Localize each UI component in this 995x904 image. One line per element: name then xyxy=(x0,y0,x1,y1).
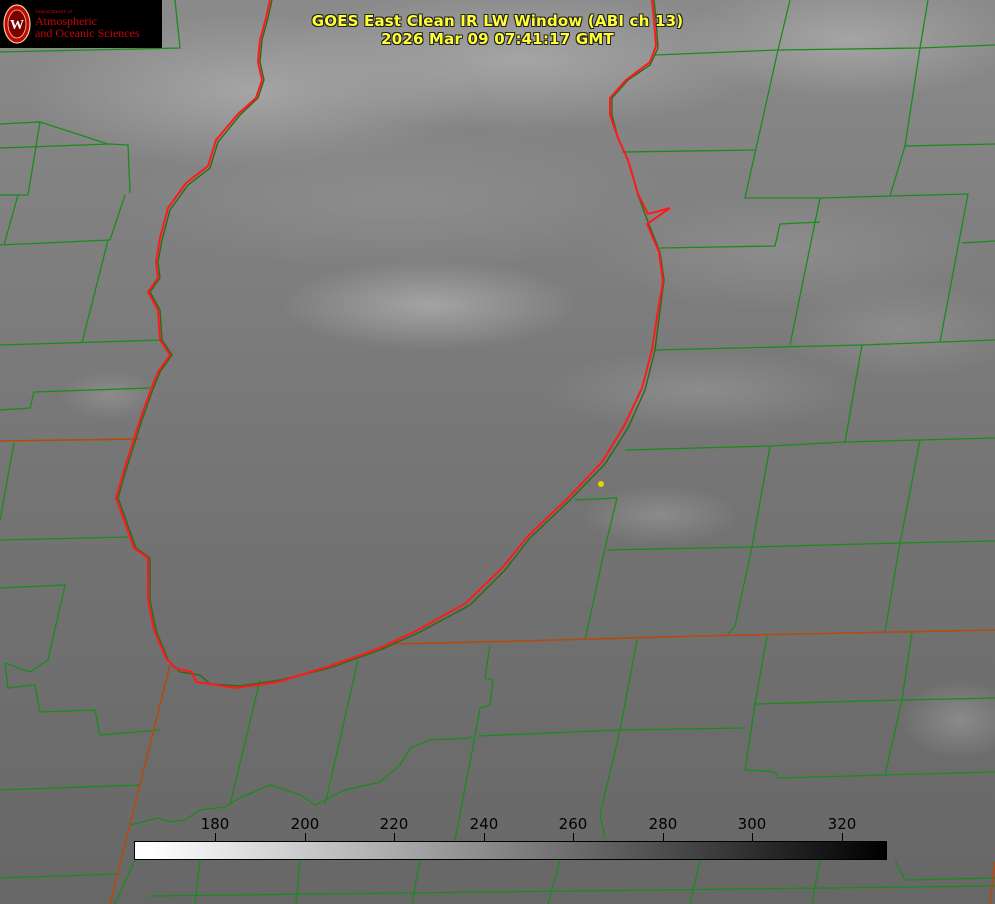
colorbar-tick-mark xyxy=(663,833,664,841)
colorbar-tick-label: 180 xyxy=(200,815,230,833)
colorbar-tick-label: 220 xyxy=(379,815,409,833)
colorbar-tick-label: 280 xyxy=(648,815,678,833)
image-title: GOES East Clean IR LW Window (ABI ch 13) xyxy=(311,12,684,30)
colorbar-tick-label: 300 xyxy=(737,815,767,833)
colorbar-tick-label: 320 xyxy=(827,815,857,833)
colorbar-tick-mark xyxy=(573,833,574,841)
colorbar-tick-label: 240 xyxy=(469,815,499,833)
colorbar-tick-label: 200 xyxy=(290,815,320,833)
satellite-image: W Department of Atmospheric and Oceanic … xyxy=(0,0,995,904)
location-marker xyxy=(598,481,604,487)
colorbar-tick-mark xyxy=(752,833,753,841)
ir-map xyxy=(0,0,995,904)
brightness-temperature-colorbar xyxy=(134,841,887,860)
colorbar-tick-label: 260 xyxy=(558,815,588,833)
colorbar-tick-mark xyxy=(394,833,395,841)
colorbar-tick-mark xyxy=(305,833,306,841)
colorbar-tick-mark xyxy=(484,833,485,841)
image-timestamp: 2026 Mar 09 07:41:17 GMT xyxy=(381,30,614,48)
colorbar-tick-mark xyxy=(215,833,216,841)
colorbar-tick-mark xyxy=(842,833,843,841)
